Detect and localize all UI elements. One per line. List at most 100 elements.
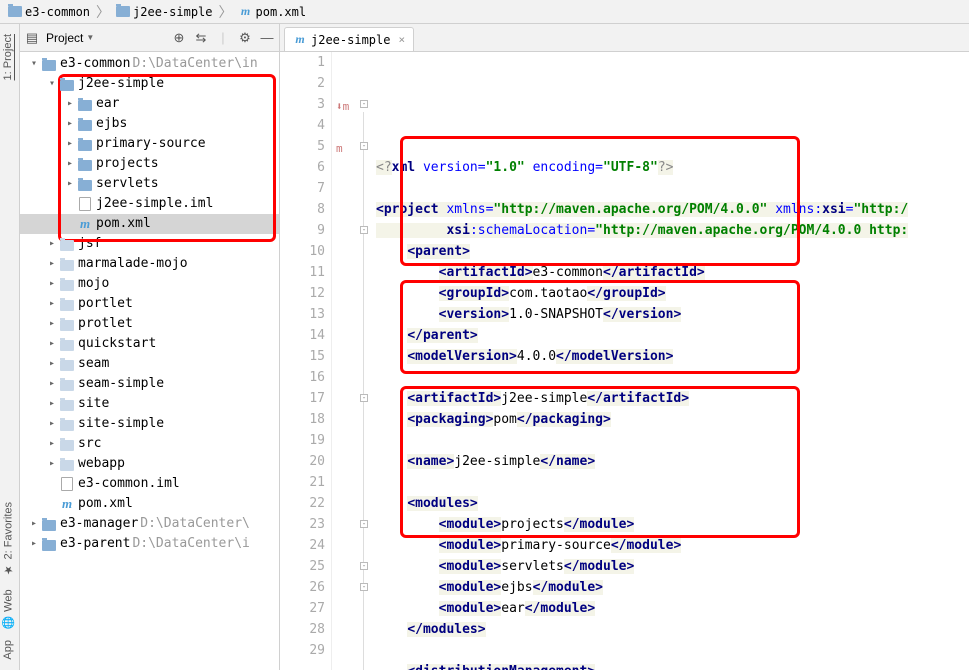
tree-twisty-icon[interactable]: ▸ bbox=[46, 354, 58, 374]
code-line[interactable]: <?xml version="1.0" encoding="UTF-8"?> bbox=[376, 157, 969, 178]
tree-row[interactable]: ▸marmalade-mojo bbox=[20, 254, 279, 274]
tree-row[interactable]: ▸protlet bbox=[20, 314, 279, 334]
code-line[interactable]: <module>servlets</module> bbox=[376, 556, 969, 577]
tree-twisty-icon[interactable]: ▸ bbox=[64, 154, 76, 174]
tree-twisty-icon[interactable]: ▸ bbox=[64, 174, 76, 194]
tree-row[interactable]: ▸mojo bbox=[20, 274, 279, 294]
fold-toggle-icon[interactable]: - bbox=[360, 226, 368, 234]
collapse-icon[interactable]: ⇆ bbox=[193, 30, 209, 46]
code-area[interactable]: <?xml version="1.0" encoding="UTF-8"?> <p… bbox=[372, 52, 969, 670]
code-editor[interactable]: 1234567891011121314151617181920212223242… bbox=[280, 52, 969, 670]
tree-row[interactable]: mpom.xml bbox=[20, 214, 279, 234]
tree-twisty-icon[interactable]: ▸ bbox=[46, 294, 58, 314]
fold-toggle-icon[interactable]: - bbox=[360, 562, 368, 570]
code-line[interactable]: <modules> bbox=[376, 493, 969, 514]
tree-row[interactable]: ▸ear bbox=[20, 94, 279, 114]
fold-toggle-icon[interactable]: - bbox=[360, 583, 368, 591]
code-line[interactable]: <packaging>pom</packaging> bbox=[376, 409, 969, 430]
rail-tab-favorites[interactable]: ★2: Favorites bbox=[0, 496, 17, 582]
tree-twisty-icon[interactable]: ▸ bbox=[64, 114, 76, 134]
tree-twisty-icon[interactable]: ▸ bbox=[64, 134, 76, 154]
code-line[interactable] bbox=[376, 178, 969, 199]
gear-icon[interactable]: ⚙ bbox=[237, 30, 253, 46]
tree-row[interactable]: mpom.xml bbox=[20, 494, 279, 514]
tree-twisty-icon[interactable]: ▾ bbox=[28, 54, 40, 74]
breadcrumb-item[interactable]: e3-common bbox=[4, 3, 94, 21]
rail-tab-app[interactable]: App bbox=[0, 634, 16, 666]
code-line[interactable]: <artifactId>e3-common</artifactId> bbox=[376, 262, 969, 283]
code-line[interactable]: <version>1.0-SNAPSHOT</version> bbox=[376, 304, 969, 325]
tree-row[interactable]: ▸ejbs bbox=[20, 114, 279, 134]
tree-twisty-icon[interactable]: ▸ bbox=[46, 414, 58, 434]
code-line[interactable]: <artifactId>j2ee-simple</artifactId> bbox=[376, 388, 969, 409]
gutter-mark-icon[interactable]: ⬇m bbox=[336, 96, 349, 117]
tree-twisty-icon[interactable]: ▸ bbox=[28, 514, 40, 534]
tree-row[interactable]: ▸site-simple bbox=[20, 414, 279, 434]
tree-row[interactable]: ▸webapp bbox=[20, 454, 279, 474]
tree-twisty-icon[interactable]: ▸ bbox=[46, 234, 58, 254]
fold-toggle-icon[interactable]: - bbox=[360, 100, 368, 108]
code-line[interactable]: <distributionManagement> bbox=[376, 661, 969, 670]
tree-row[interactable]: e3-common.iml bbox=[20, 474, 279, 494]
tree-row[interactable]: ▸quickstart bbox=[20, 334, 279, 354]
close-icon[interactable]: × bbox=[398, 33, 405, 46]
tree-row[interactable]: j2ee-simple.iml bbox=[20, 194, 279, 214]
breadcrumb-item[interactable]: mpom.xml bbox=[235, 3, 311, 21]
line-number: 26 bbox=[280, 577, 325, 598]
tree-row[interactable]: ▸jsf bbox=[20, 234, 279, 254]
tree-twisty-icon[interactable]: ▾ bbox=[46, 74, 58, 94]
tree-row[interactable]: ▸projects bbox=[20, 154, 279, 174]
code-line[interactable]: <groupId>com.taotao</groupId> bbox=[376, 283, 969, 304]
folder-icon bbox=[42, 517, 56, 531]
tree-row[interactable]: ▸servlets bbox=[20, 174, 279, 194]
tree-twisty-icon[interactable]: ▸ bbox=[46, 274, 58, 294]
editor-tab[interactable]: m j2ee-simple × bbox=[284, 27, 414, 51]
gutter-mark-icon[interactable]: m bbox=[336, 138, 343, 159]
tree-row[interactable]: ▸src bbox=[20, 434, 279, 454]
code-line[interactable]: <name>j2ee-simple</name> bbox=[376, 451, 969, 472]
code-line[interactable] bbox=[376, 640, 969, 661]
code-line[interactable]: </parent> bbox=[376, 325, 969, 346]
minimize-icon[interactable]: — bbox=[259, 30, 275, 46]
tree-row[interactable]: ▸site bbox=[20, 394, 279, 414]
rail-tab-web[interactable]: 🌐Web bbox=[0, 583, 17, 635]
tree-row[interactable]: ▸seam-simple bbox=[20, 374, 279, 394]
tree-twisty-icon[interactable]: ▸ bbox=[64, 94, 76, 114]
folder-icon bbox=[116, 6, 130, 17]
tree-twisty-icon[interactable]: ▸ bbox=[46, 374, 58, 394]
locate-icon[interactable]: ⊕ bbox=[171, 30, 187, 46]
tree-twisty-icon[interactable]: ▸ bbox=[46, 334, 58, 354]
fold-toggle-icon[interactable]: - bbox=[360, 520, 368, 528]
code-line[interactable]: xsi:schemaLocation="http://maven.apache.… bbox=[376, 220, 969, 241]
code-line[interactable]: <project xmlns="http://maven.apache.org/… bbox=[376, 199, 969, 220]
code-line[interactable]: <module>primary-source</module> bbox=[376, 535, 969, 556]
code-line[interactable] bbox=[376, 430, 969, 451]
code-line[interactable] bbox=[376, 367, 969, 388]
rail-tab-project[interactable]: 1: Project bbox=[0, 28, 16, 86]
tree-row[interactable]: ▸primary-source bbox=[20, 134, 279, 154]
tree-twisty-icon[interactable]: ▸ bbox=[46, 254, 58, 274]
tree-row[interactable]: ▾e3-common D:\DataCenter\in bbox=[20, 54, 279, 74]
tree-twisty-icon[interactable]: ▸ bbox=[28, 534, 40, 554]
tree-row[interactable]: ▸e3-manager D:\DataCenter\ bbox=[20, 514, 279, 534]
fold-toggle-icon[interactable]: - bbox=[360, 394, 368, 402]
code-line[interactable]: <module>ejbs</module> bbox=[376, 577, 969, 598]
code-line[interactable]: <module>projects</module> bbox=[376, 514, 969, 535]
fold-toggle-icon[interactable]: - bbox=[360, 142, 368, 150]
tree-twisty-icon[interactable]: ▸ bbox=[46, 434, 58, 454]
code-line[interactable]: <modelVersion>4.0.0</modelVersion> bbox=[376, 346, 969, 367]
tree-twisty-icon[interactable]: ▸ bbox=[46, 314, 58, 334]
code-line[interactable]: </modules> bbox=[376, 619, 969, 640]
code-line[interactable]: <parent> bbox=[376, 241, 969, 262]
tree-row[interactable]: ▸portlet bbox=[20, 294, 279, 314]
tree-row[interactable]: ▸seam bbox=[20, 354, 279, 374]
tree-twisty-icon[interactable]: ▸ bbox=[46, 454, 58, 474]
tree-twisty-icon[interactable]: ▸ bbox=[46, 394, 58, 414]
code-line[interactable] bbox=[376, 472, 969, 493]
tree-row[interactable]: ▾j2ee-simple bbox=[20, 74, 279, 94]
tree-row[interactable]: ▸e3-parent D:\DataCenter\i bbox=[20, 534, 279, 554]
code-line[interactable]: <module>ear</module> bbox=[376, 598, 969, 619]
project-tree[interactable]: ▾e3-common D:\DataCenter\in▾j2ee-simple▸… bbox=[20, 52, 279, 670]
breadcrumb-item[interactable]: j2ee-simple bbox=[112, 3, 216, 21]
panel-title-dropdown[interactable]: Project▼ bbox=[46, 31, 94, 45]
